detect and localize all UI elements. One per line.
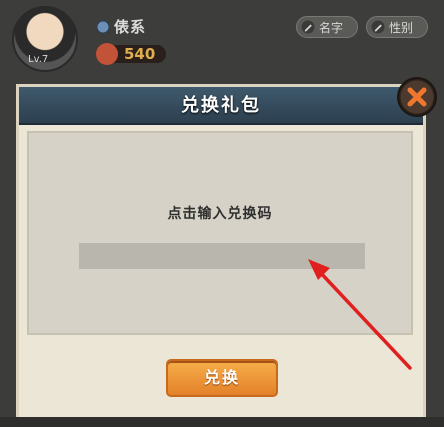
player-tag-icon — [96, 20, 110, 34]
gender-button[interactable]: 性别 — [366, 16, 428, 38]
redeem-button[interactable]: 兑换 — [166, 359, 278, 397]
pencil-icon — [371, 20, 385, 34]
rank-value: 540 — [124, 45, 156, 63]
dialog-title: 兑换礼包 — [181, 95, 261, 116]
redeem-prompt: 点击输入兑换码 — [167, 206, 273, 222]
close-x-icon — [407, 87, 427, 107]
rename-label: 名字 — [319, 21, 344, 35]
avatar-level: Lv.7 — [28, 54, 49, 65]
bottom-strip — [0, 417, 444, 427]
pencil-icon — [301, 20, 315, 34]
rank-icon — [96, 43, 118, 65]
gender-label: 性别 — [389, 21, 414, 35]
redeem-panel: 点击输入兑换码 — [27, 131, 413, 335]
player-info-bar: Lv.7 俵系 540 名字 性别 — [0, 0, 444, 80]
close-button[interactable] — [397, 77, 437, 117]
gift-redeem-dialog: 兑换礼包 点击输入兑换码 兑换 — [16, 84, 426, 427]
redeem-code-input[interactable] — [79, 243, 365, 269]
dialog-header: 兑换礼包 — [19, 87, 423, 125]
rename-button[interactable]: 名字 — [296, 16, 358, 38]
player-name: 俵系 — [114, 18, 147, 36]
